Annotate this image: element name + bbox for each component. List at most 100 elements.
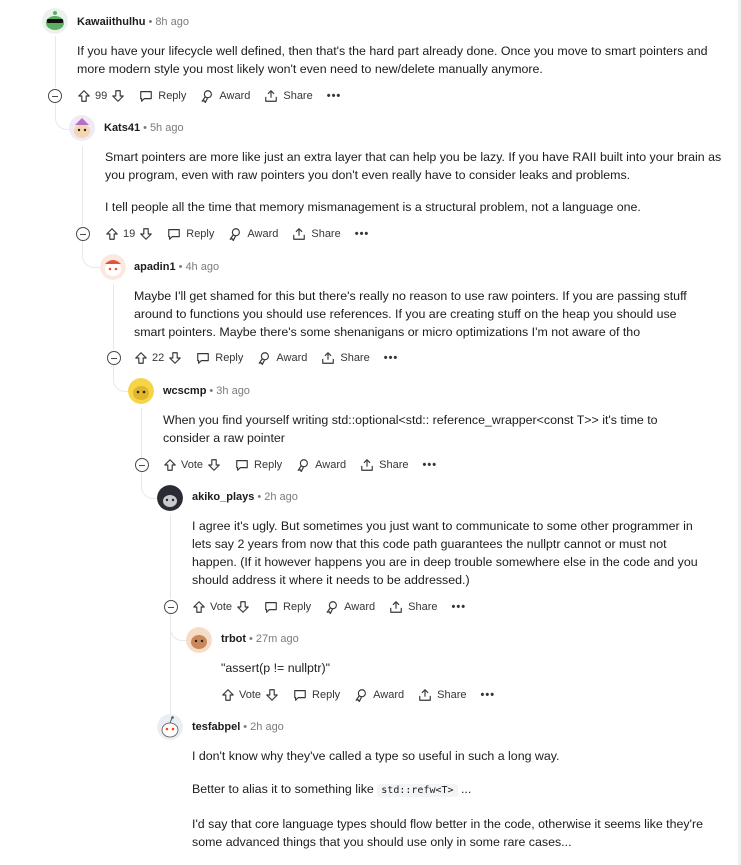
comment-actions: Vote Reply Award Share •••	[163, 455, 451, 475]
share-button[interactable]: Share	[418, 688, 467, 702]
reply-icon	[236, 460, 248, 471]
snoo-avatar-icon	[42, 8, 68, 34]
timestamp[interactable]: 2h ago	[264, 491, 298, 503]
timestamp[interactable]: 8h ago	[155, 16, 189, 28]
vote-count: 19	[123, 228, 136, 240]
timestamp[interactable]: 2h ago	[250, 721, 284, 733]
award-button[interactable]: Award	[354, 688, 404, 702]
award-button[interactable]: Award	[296, 458, 346, 472]
upvote-icon[interactable]	[221, 688, 235, 702]
snoo-avatar-icon	[69, 115, 95, 141]
avatar[interactable]	[42, 8, 68, 34]
downvote-icon[interactable]	[168, 351, 182, 365]
downvote-icon[interactable]	[111, 89, 125, 103]
timestamp[interactable]: 4h ago	[185, 261, 219, 273]
downvote-icon[interactable]	[265, 688, 279, 702]
share-button[interactable]: Share	[389, 600, 438, 614]
thread-line[interactable]	[170, 613, 171, 723]
share-button[interactable]: Share	[321, 351, 370, 365]
vote-group: 99	[77, 89, 125, 103]
avatar[interactable]	[157, 485, 183, 511]
share-icon	[322, 352, 335, 364]
upvote-icon[interactable]	[134, 351, 148, 365]
vote-label: Vote	[181, 459, 204, 471]
award-button[interactable]: Award	[200, 89, 250, 103]
more-options-button[interactable]: •••	[355, 228, 370, 240]
collapse-button[interactable]	[48, 89, 62, 103]
vote-group: 22	[134, 351, 182, 365]
award-button[interactable]: Award	[325, 600, 375, 614]
collapse-button[interactable]	[107, 351, 121, 365]
comment-paragraph: "assert(p != nullptr)"	[221, 661, 330, 675]
reply-button[interactable]: Reply	[264, 600, 311, 614]
more-options-button[interactable]: •••	[481, 689, 496, 701]
more-options-button[interactable]: •••	[423, 459, 438, 471]
author-name[interactable]: trbot	[221, 633, 246, 645]
comment-paragraph: Better to alias it to something like std…	[192, 782, 472, 797]
thread-line[interactable]	[113, 284, 114, 350]
thread-line[interactable]	[82, 146, 83, 226]
timestamp[interactable]: 3h ago	[216, 385, 250, 397]
reply-button[interactable]: Reply	[235, 458, 282, 472]
comment-paragraph: I agree it's ugly. But sometimes you jus…	[192, 519, 698, 587]
comment-meta: wcscmp • 3h ago	[163, 385, 250, 397]
author-name[interactable]: apadin1	[134, 261, 176, 273]
inline-code: std::refw<T>	[377, 784, 458, 797]
downvote-icon[interactable]	[139, 227, 153, 241]
downvote-icon[interactable]	[207, 458, 221, 472]
thread-line[interactable]	[55, 36, 56, 88]
avatar[interactable]	[128, 378, 154, 404]
comment-body: If you have your lifecycle well defined,…	[77, 42, 727, 92]
author-name[interactable]: wcscmp	[163, 385, 206, 397]
snoo-avatar-icon	[128, 378, 154, 404]
upvote-icon[interactable]	[77, 89, 91, 103]
comment-body: I agree it's ugly. But sometimes you jus…	[192, 517, 714, 603]
comment-actions: Vote Reply Award Share •••	[192, 597, 480, 617]
share-icon	[361, 459, 373, 471]
collapse-button[interactable]	[76, 227, 90, 241]
collapse-button[interactable]	[164, 600, 178, 614]
award-icon	[201, 90, 213, 103]
reply-button[interactable]: Reply	[196, 351, 243, 365]
comment-actions: 22 Reply Award Share •••	[134, 348, 412, 368]
comment-paragraph: Maybe I'll get shamed for this but there…	[134, 289, 687, 339]
avatar[interactable]	[186, 627, 212, 653]
award-button[interactable]: Award	[228, 227, 278, 241]
timestamp[interactable]: 5h ago	[150, 122, 184, 134]
avatar[interactable]	[100, 254, 126, 280]
author-name[interactable]: tesfabpel	[192, 721, 240, 733]
reply-icon	[168, 229, 181, 240]
award-button[interactable]: Award	[257, 351, 307, 365]
reply-button[interactable]: Reply	[293, 688, 340, 702]
vote-group: Vote	[163, 458, 221, 472]
comment-actions: 19 Reply Award Share •••	[105, 224, 383, 244]
reply-icon	[265, 602, 277, 613]
author-name[interactable]: Kawaiithulhu	[77, 16, 145, 28]
timestamp[interactable]: 27m ago	[256, 633, 299, 645]
comment-paragraph: I tell people all the time that memory m…	[105, 200, 641, 214]
more-options-button[interactable]: •••	[452, 601, 467, 613]
comment-meta: Kats41 • 5h ago	[104, 122, 184, 134]
avatar[interactable]	[69, 115, 95, 141]
author-name[interactable]: akiko_plays	[192, 491, 254, 503]
share-icon	[265, 90, 278, 102]
thread-line[interactable]	[170, 515, 171, 599]
more-options-button[interactable]: •••	[327, 90, 342, 102]
award-icon	[355, 689, 367, 702]
comment-meta: tesfabpel • 2h ago	[192, 721, 284, 733]
share-button[interactable]: Share	[360, 458, 409, 472]
collapse-button[interactable]	[135, 458, 149, 472]
downvote-icon[interactable]	[236, 600, 250, 614]
reply-button[interactable]: Reply	[139, 89, 186, 103]
thread-line[interactable]	[141, 408, 142, 458]
upvote-icon[interactable]	[192, 600, 206, 614]
snoo-avatar-icon	[186, 627, 212, 653]
reply-button[interactable]: Reply	[167, 227, 214, 241]
share-button[interactable]: Share	[264, 89, 313, 103]
avatar[interactable]	[157, 714, 183, 740]
more-options-button[interactable]: •••	[384, 352, 399, 364]
author-name[interactable]: Kats41	[104, 122, 140, 134]
upvote-icon[interactable]	[163, 458, 177, 472]
share-button[interactable]: Share	[292, 227, 341, 241]
upvote-icon[interactable]	[105, 227, 119, 241]
